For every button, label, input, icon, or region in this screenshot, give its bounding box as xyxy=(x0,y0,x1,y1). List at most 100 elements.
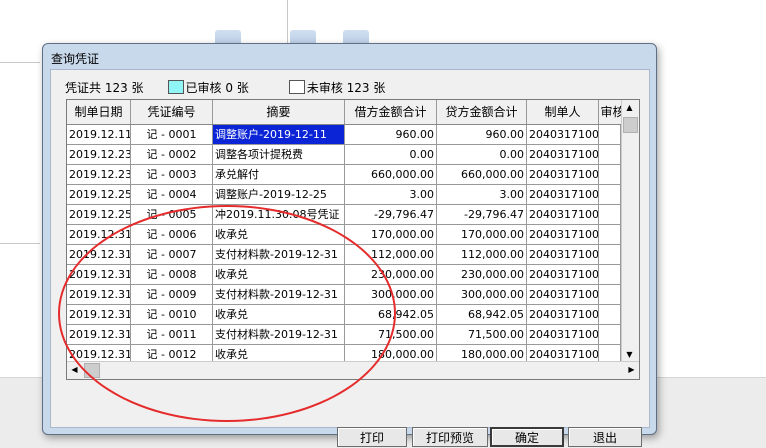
cell-voucher-no[interactable]: 记 - 0004 xyxy=(131,185,213,205)
cell-auditor[interactable] xyxy=(599,185,621,205)
cell-auditor[interactable] xyxy=(599,265,621,285)
cell-maker[interactable]: 2040317100 xyxy=(527,165,599,185)
cell-voucher-no[interactable]: 记 - 0006 xyxy=(131,225,213,245)
table-row[interactable]: 2019.12.25 记 - 0004 调整账户-2019-12-25 3.00 3.0… xyxy=(67,185,621,205)
cell-debit-total[interactable]: 300,000.00 xyxy=(345,285,437,305)
column-header-debit-total[interactable]: 借方金额合计 xyxy=(345,100,437,124)
cell-date[interactable]: 2019.12.23 xyxy=(67,165,131,185)
scroll-left-arrow-icon[interactable]: ◀ xyxy=(67,362,82,377)
cell-auditor[interactable] xyxy=(599,285,621,305)
cell-voucher-no[interactable]: 记 - 0003 xyxy=(131,165,213,185)
table-row[interactable]: 2019.12.23 记 - 0003 承兑解付 660,000.00 660,000.… xyxy=(67,165,621,185)
print-button[interactable]: 打印 xyxy=(337,427,407,447)
cell-auditor[interactable] xyxy=(599,245,621,265)
table-row[interactable]: 2019.12.31 记 - 0006 收承兑 170,000.00 170,000.0… xyxy=(67,225,621,245)
print-preview-button[interactable]: 打印预览 xyxy=(412,427,488,447)
scroll-down-arrow-icon[interactable]: ▼ xyxy=(622,347,637,362)
cell-summary[interactable]: 调整账户-2019-12-11 xyxy=(213,125,345,145)
cell-date[interactable]: 2019.12.31 xyxy=(67,285,131,305)
cell-auditor[interactable] xyxy=(599,305,621,325)
cell-date[interactable]: 2019.12.25 xyxy=(67,205,131,225)
cell-debit-total[interactable]: -29,796.47 xyxy=(345,205,437,225)
cell-date[interactable]: 2019.12.31 xyxy=(67,325,131,345)
vertical-scroll-thumb[interactable] xyxy=(623,117,638,133)
cell-summary[interactable]: 收承兑 xyxy=(213,225,345,245)
cell-summary[interactable]: 调整账户-2019-12-25 xyxy=(213,185,345,205)
cell-credit-total[interactable]: 230,000.00 xyxy=(437,265,527,285)
cell-maker[interactable]: 2040317100 xyxy=(527,225,599,245)
cell-summary[interactable]: 支付材料款-2019-12-31 xyxy=(213,245,345,265)
cell-voucher-no[interactable]: 记 - 0009 xyxy=(131,285,213,305)
cell-date[interactable]: 2019.12.31 xyxy=(67,305,131,325)
cell-summary[interactable]: 支付材料款-2019-12-31 xyxy=(213,285,345,305)
column-header-maker[interactable]: 制单人 xyxy=(527,100,599,124)
table-row[interactable]: 2019.12.11 记 - 0001 调整账户-2019-12-11 960.00 9… xyxy=(67,125,621,145)
cell-voucher-no[interactable]: 记 - 0007 xyxy=(131,245,213,265)
cell-voucher-no[interactable]: 记 - 0011 xyxy=(131,325,213,345)
cell-auditor[interactable] xyxy=(599,205,621,225)
cell-date[interactable]: 2019.12.31 xyxy=(67,245,131,265)
cell-debit-total[interactable]: 0.00 xyxy=(345,145,437,165)
column-header-credit-total[interactable]: 贷方金额合计 xyxy=(437,100,527,124)
cell-summary[interactable]: 冲2019.11.30.08号凭证 xyxy=(213,205,345,225)
cell-maker[interactable]: 2040317100 xyxy=(527,205,599,225)
cell-auditor[interactable] xyxy=(599,325,621,345)
cell-maker[interactable]: 2040317100 xyxy=(527,325,599,345)
cell-credit-total[interactable]: 3.00 xyxy=(437,185,527,205)
cell-credit-total[interactable]: -29,796.47 xyxy=(437,205,527,225)
table-row[interactable]: 2019.12.25 记 - 0005 冲2019.11.30.08号凭证 -29,7… xyxy=(67,205,621,225)
cell-credit-total[interactable]: 71,500.00 xyxy=(437,325,527,345)
cell-maker[interactable]: 2040317100 xyxy=(527,245,599,265)
cell-maker[interactable]: 2040317100 xyxy=(527,185,599,205)
voucher-table[interactable]: 制单日期 凭证编号 摘要 借方金额合计 贷方金额合计 制单人 审核 2019.1… xyxy=(66,99,640,380)
cell-maker[interactable]: 2040317100 xyxy=(527,305,599,325)
column-header-voucher-no[interactable]: 凭证编号 xyxy=(131,100,213,124)
cell-date[interactable]: 2019.12.31 xyxy=(67,225,131,245)
dialog-titlebar[interactable]: 查询凭证 xyxy=(43,44,656,68)
cell-voucher-no[interactable]: 记 - 0001 xyxy=(131,125,213,145)
cell-voucher-no[interactable]: 记 - 0002 xyxy=(131,145,213,165)
cell-maker[interactable]: 2040317100 xyxy=(527,145,599,165)
cell-auditor[interactable] xyxy=(599,145,621,165)
cell-date[interactable]: 2019.12.11 xyxy=(67,125,131,145)
vertical-scrollbar[interactable]: ▲ ▼ xyxy=(621,100,639,362)
table-row[interactable]: 2019.12.31 记 - 0007 支付材料款-2019-12-31 112,00… xyxy=(67,245,621,265)
cell-summary[interactable]: 收承兑 xyxy=(213,305,345,325)
cell-voucher-no[interactable]: 记 - 0008 xyxy=(131,265,213,285)
cell-debit-total[interactable]: 960.00 xyxy=(345,125,437,145)
exit-button[interactable]: 退出 xyxy=(568,427,642,447)
table-row[interactable]: 2019.12.31 记 - 0009 支付材料款-2019-12-31 300,00… xyxy=(67,285,621,305)
horizontal-scroll-thumb[interactable] xyxy=(84,363,100,378)
cell-date[interactable]: 2019.12.23 xyxy=(67,145,131,165)
table-row[interactable]: 2019.12.31 记 - 0010 收承兑 68,942.05 68,942.05 2… xyxy=(67,305,621,325)
cell-credit-total[interactable]: 300,000.00 xyxy=(437,285,527,305)
cell-debit-total[interactable]: 230,000.00 xyxy=(345,265,437,285)
cell-voucher-no[interactable]: 记 - 0005 xyxy=(131,205,213,225)
ok-button[interactable]: 确定 xyxy=(490,427,564,447)
horizontal-scrollbar[interactable]: ◀ ▶ xyxy=(67,361,639,379)
cell-debit-total[interactable]: 68,942.05 xyxy=(345,305,437,325)
cell-debit-total[interactable]: 112,000.00 xyxy=(345,245,437,265)
table-row[interactable]: 2019.12.31 记 - 0008 收承兑 230,000.00 230,000.0… xyxy=(67,265,621,285)
cell-debit-total[interactable]: 3.00 xyxy=(345,185,437,205)
scroll-right-arrow-icon[interactable]: ▶ xyxy=(624,362,639,377)
cell-voucher-no[interactable]: 记 - 0010 xyxy=(131,305,213,325)
cell-summary[interactable]: 收承兑 xyxy=(213,265,345,285)
cell-auditor[interactable] xyxy=(599,165,621,185)
cell-debit-total[interactable]: 660,000.00 xyxy=(345,165,437,185)
cell-date[interactable]: 2019.12.25 xyxy=(67,185,131,205)
cell-summary[interactable]: 调整各项计提税费 xyxy=(213,145,345,165)
table-row[interactable]: 2019.12.23 记 - 0002 调整各项计提税费 0.00 0.00 204031… xyxy=(67,145,621,165)
cell-credit-total[interactable]: 68,942.05 xyxy=(437,305,527,325)
cell-auditor[interactable] xyxy=(599,225,621,245)
column-header-summary[interactable]: 摘要 xyxy=(213,100,345,124)
cell-auditor[interactable] xyxy=(599,125,621,145)
cell-maker[interactable]: 2040317100 xyxy=(527,285,599,305)
scroll-up-arrow-icon[interactable]: ▲ xyxy=(622,100,637,115)
cell-credit-total[interactable]: 0.00 xyxy=(437,145,527,165)
cell-date[interactable]: 2019.12.31 xyxy=(67,265,131,285)
cell-maker[interactable]: 2040317100 xyxy=(527,125,599,145)
cell-summary[interactable]: 承兑解付 xyxy=(213,165,345,185)
cell-summary[interactable]: 支付材料款-2019-12-31 xyxy=(213,325,345,345)
cell-credit-total[interactable]: 112,000.00 xyxy=(437,245,527,265)
